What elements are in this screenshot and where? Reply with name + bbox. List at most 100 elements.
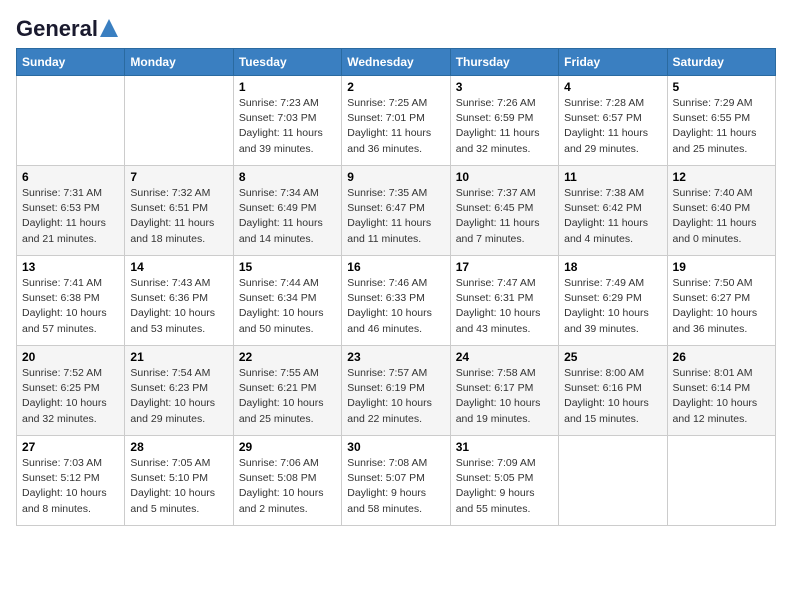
logo: General [16, 16, 118, 38]
day-number: 30 [347, 440, 444, 454]
logo-text: General [16, 16, 98, 42]
day-number: 21 [130, 350, 227, 364]
day-cell: 30Sunrise: 7:08 AMSunset: 5:07 PMDayligh… [342, 436, 450, 526]
week-row-5: 27 Sunrise: 7:03 AMSunset: 5:12 PMDayligh… [17, 436, 776, 526]
day-cell: 11 Sunrise: 7:38 AMSunset: 6:42 PMDayligh… [559, 166, 667, 256]
week-row-3: 13 Sunrise: 7:41 AMSunset: 6:38 PMDayligh… [17, 256, 776, 346]
day-cell: 2 Sunrise: 7:25 AMSunset: 7:01 PMDaylight… [342, 76, 450, 166]
week-row-2: 6 Sunrise: 7:31 AMSunset: 6:53 PMDaylight… [17, 166, 776, 256]
day-info: Sunrise: 8:01 AMSunset: 6:14 PMDaylight:… [673, 366, 770, 427]
day-info: Sunrise: 7:05 AMSunset: 5:10 PMDaylight:… [130, 456, 227, 517]
day-cell: 5 Sunrise: 7:29 AMSunset: 6:55 PMDaylight… [667, 76, 775, 166]
day-info: Sunrise: 7:52 AMSunset: 6:25 PMDaylight:… [22, 366, 119, 427]
day-info: Sunrise: 7:28 AMSunset: 6:57 PMDaylight:… [564, 96, 661, 157]
day-number: 13 [22, 260, 119, 274]
day-info: Sunrise: 7:40 AMSunset: 6:40 PMDaylight:… [673, 186, 770, 247]
day-number: 2 [347, 80, 444, 94]
day-info: Sunrise: 7:55 AMSunset: 6:21 PMDaylight:… [239, 366, 336, 427]
day-info: Sunrise: 7:25 AMSunset: 7:01 PMDaylight:… [347, 96, 444, 157]
day-number: 15 [239, 260, 336, 274]
day-number: 20 [22, 350, 119, 364]
col-header-sunday: Sunday [17, 49, 125, 76]
day-number: 19 [673, 260, 770, 274]
day-number: 18 [564, 260, 661, 274]
day-cell: 8Sunrise: 7:34 AMSunset: 6:49 PMDaylight… [233, 166, 341, 256]
day-info: Sunrise: 7:41 AMSunset: 6:38 PMDaylight:… [22, 276, 119, 337]
day-number: 23 [347, 350, 444, 364]
day-info: Sunrise: 7:26 AMSunset: 6:59 PMDaylight:… [456, 96, 553, 157]
day-cell: 22Sunrise: 7:55 AMSunset: 6:21 PMDayligh… [233, 346, 341, 436]
day-cell: 16 Sunrise: 7:46 AMSunset: 6:33 PMDayligh… [342, 256, 450, 346]
day-number: 4 [564, 80, 661, 94]
day-cell: 7Sunrise: 7:32 AMSunset: 6:51 PMDaylight… [125, 166, 233, 256]
day-number: 17 [456, 260, 553, 274]
day-info: Sunrise: 7:03 AMSunset: 5:12 PMDaylight:… [22, 456, 119, 517]
week-row-4: 20 Sunrise: 7:52 AMSunset: 6:25 PMDayligh… [17, 346, 776, 436]
day-number: 1 [239, 80, 336, 94]
day-cell: 26 Sunrise: 8:01 AMSunset: 6:14 PMDayligh… [667, 346, 775, 436]
day-info: Sunrise: 7:23 AMSunset: 7:03 PMDaylight:… [239, 96, 336, 157]
col-header-saturday: Saturday [667, 49, 775, 76]
day-cell [17, 76, 125, 166]
day-number: 16 [347, 260, 444, 274]
day-cell: 3 Sunrise: 7:26 AMSunset: 6:59 PMDaylight… [450, 76, 558, 166]
calendar-table: SundayMondayTuesdayWednesdayThursdayFrid… [16, 48, 776, 526]
col-header-tuesday: Tuesday [233, 49, 341, 76]
day-number: 11 [564, 170, 661, 184]
day-cell [125, 76, 233, 166]
day-cell: 24Sunrise: 7:58 AMSunset: 6:17 PMDayligh… [450, 346, 558, 436]
day-info: Sunrise: 7:38 AMSunset: 6:42 PMDaylight:… [564, 186, 661, 247]
day-number: 10 [456, 170, 553, 184]
day-info: Sunrise: 7:09 AMSunset: 5:05 PMDaylight:… [456, 456, 553, 517]
day-info: Sunrise: 7:46 AMSunset: 6:33 PMDaylight:… [347, 276, 444, 337]
day-cell: 31 Sunrise: 7:09 AMSunset: 5:05 PMDayligh… [450, 436, 558, 526]
week-row-1: 1 Sunrise: 7:23 AMSunset: 7:03 PMDaylight… [17, 76, 776, 166]
day-info: Sunrise: 7:29 AMSunset: 6:55 PMDaylight:… [673, 96, 770, 157]
day-cell: 19 Sunrise: 7:50 AMSunset: 6:27 PMDayligh… [667, 256, 775, 346]
day-number: 28 [130, 440, 227, 454]
day-info: Sunrise: 7:58 AMSunset: 6:17 PMDaylight:… [456, 366, 553, 427]
day-info: Sunrise: 7:57 AMSunset: 6:19 PMDaylight:… [347, 366, 444, 427]
day-cell: 29 Sunrise: 7:06 AMSunset: 5:08 PMDayligh… [233, 436, 341, 526]
day-cell: 14 Sunrise: 7:43 AMSunset: 6:36 PMDayligh… [125, 256, 233, 346]
day-cell: 17 Sunrise: 7:47 AMSunset: 6:31 PMDayligh… [450, 256, 558, 346]
day-number: 14 [130, 260, 227, 274]
day-number: 29 [239, 440, 336, 454]
day-cell: 6 Sunrise: 7:31 AMSunset: 6:53 PMDaylight… [17, 166, 125, 256]
day-cell: 21 Sunrise: 7:54 AMSunset: 6:23 PMDayligh… [125, 346, 233, 436]
header-row: SundayMondayTuesdayWednesdayThursdayFrid… [17, 49, 776, 76]
day-cell: 4 Sunrise: 7:28 AMSunset: 6:57 PMDaylight… [559, 76, 667, 166]
day-number: 6 [22, 170, 119, 184]
day-number: 31 [456, 440, 553, 454]
day-cell: 20 Sunrise: 7:52 AMSunset: 6:25 PMDayligh… [17, 346, 125, 436]
day-cell: 25 Sunrise: 8:00 AMSunset: 6:16 PMDayligh… [559, 346, 667, 436]
day-cell: 9Sunrise: 7:35 AMSunset: 6:47 PMDaylight… [342, 166, 450, 256]
day-cell [667, 436, 775, 526]
day-number: 7 [130, 170, 227, 184]
day-info: Sunrise: 7:47 AMSunset: 6:31 PMDaylight:… [456, 276, 553, 337]
day-info: Sunrise: 7:54 AMSunset: 6:23 PMDaylight:… [130, 366, 227, 427]
day-number: 25 [564, 350, 661, 364]
day-info: Sunrise: 7:37 AMSunset: 6:45 PMDaylight:… [456, 186, 553, 247]
day-info: Sunrise: 7:06 AMSunset: 5:08 PMDaylight:… [239, 456, 336, 517]
col-header-monday: Monday [125, 49, 233, 76]
day-number: 3 [456, 80, 553, 94]
col-header-wednesday: Wednesday [342, 49, 450, 76]
day-cell: 15 Sunrise: 7:44 AMSunset: 6:34 PMDayligh… [233, 256, 341, 346]
day-number: 26 [673, 350, 770, 364]
day-cell: 18 Sunrise: 7:49 AMSunset: 6:29 PMDayligh… [559, 256, 667, 346]
logo-icon [100, 19, 118, 39]
day-info: Sunrise: 7:50 AMSunset: 6:27 PMDaylight:… [673, 276, 770, 337]
day-number: 27 [22, 440, 119, 454]
page-header: General [16, 16, 776, 38]
day-info: Sunrise: 7:44 AMSunset: 6:34 PMDaylight:… [239, 276, 336, 337]
day-cell: 12Sunrise: 7:40 AMSunset: 6:40 PMDayligh… [667, 166, 775, 256]
day-info: Sunrise: 8:00 AMSunset: 6:16 PMDaylight:… [564, 366, 661, 427]
day-info: Sunrise: 7:49 AMSunset: 6:29 PMDaylight:… [564, 276, 661, 337]
col-header-friday: Friday [559, 49, 667, 76]
day-cell: 13 Sunrise: 7:41 AMSunset: 6:38 PMDayligh… [17, 256, 125, 346]
day-number: 5 [673, 80, 770, 94]
day-info: Sunrise: 7:43 AMSunset: 6:36 PMDaylight:… [130, 276, 227, 337]
day-cell: 27 Sunrise: 7:03 AMSunset: 5:12 PMDayligh… [17, 436, 125, 526]
day-info: Sunrise: 7:31 AMSunset: 6:53 PMDaylight:… [22, 186, 119, 247]
